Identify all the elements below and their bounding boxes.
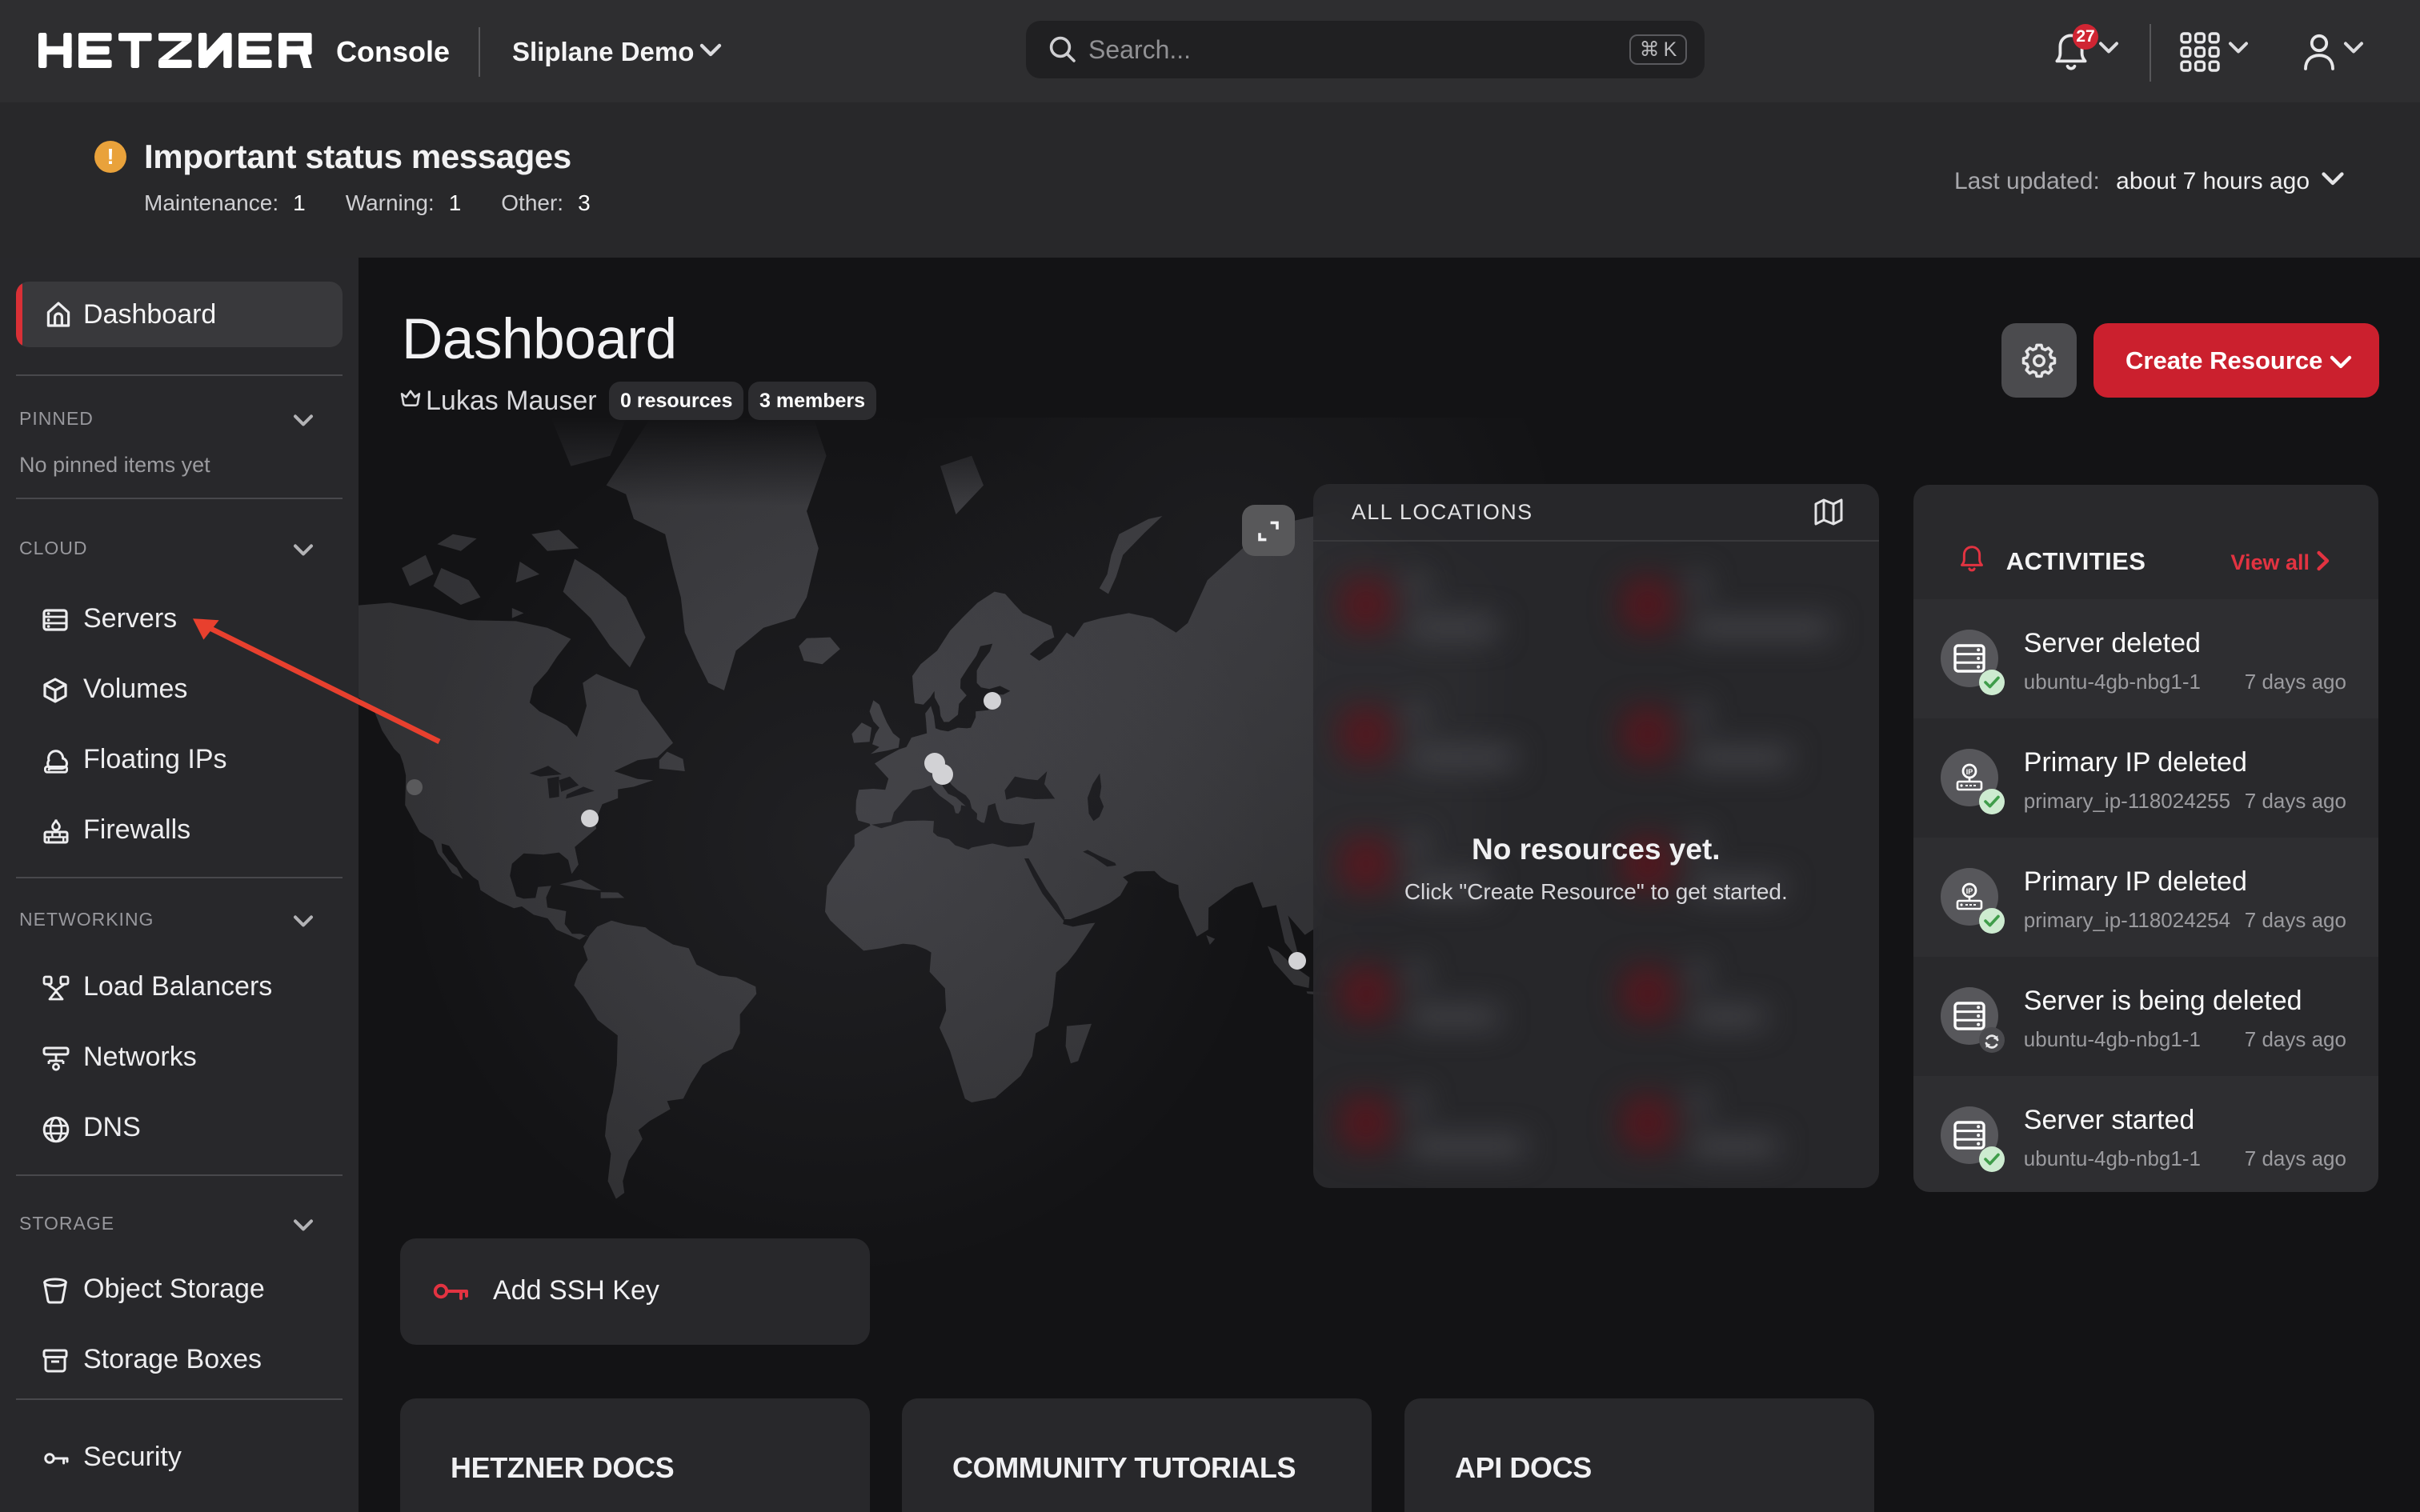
svg-text:IP: IP <box>1966 887 1973 895</box>
svg-text:IP: IP <box>1966 768 1973 776</box>
